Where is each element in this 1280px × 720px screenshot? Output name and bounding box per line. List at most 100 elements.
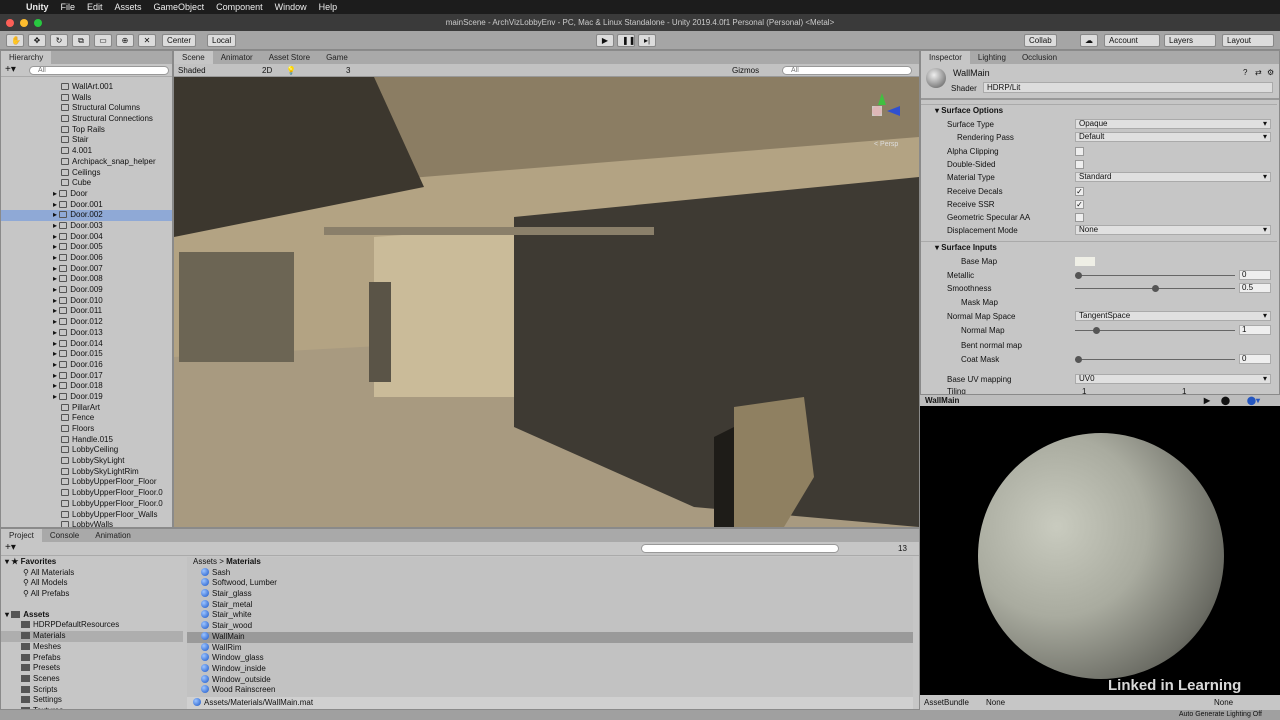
hierarchy-item[interactable]: ▸ Door.015 [1,349,172,360]
collab-button[interactable]: Collab [1024,34,1057,47]
assetbundle-dropdown[interactable]: None [986,695,1146,710]
folder-item[interactable]: Materials [1,631,183,642]
gizmos-dropdown[interactable]: Gizmos [732,64,759,77]
hierarchy-item[interactable]: WallArt.001 [1,82,172,93]
favorite-item[interactable]: ⚲ All Models [1,578,183,589]
hierarchy-item[interactable]: ▸ Door.010 [1,296,172,307]
projection-label[interactable]: < Persp [874,141,898,148]
hierarchy-item[interactable]: Floors [1,424,172,435]
hierarchy-item[interactable]: LobbyUpperFloor_Floor.0 [1,499,172,510]
folder-item[interactable]: Scripts [1,685,183,696]
hierarchy-item[interactable]: ▸ Door.001 [1,200,172,211]
option-checkbox[interactable] [1075,159,1084,169]
hierarchy-item[interactable]: ▸ Door.019 [1,392,172,403]
hierarchy-item[interactable]: Top Rails [1,125,172,136]
material-file[interactable]: Stair_wood [187,621,913,632]
shader-dropdown[interactable]: HDRP/Lit [983,82,1273,93]
hidden-layers-count[interactable]: 3 [346,64,350,77]
scale-tool-icon[interactable]: ⧉ [72,34,90,47]
option-checkbox[interactable] [1075,146,1084,156]
rect-tool-icon[interactable]: ▭ [94,34,112,47]
transform-tool-icon[interactable]: ⊕ [116,34,134,47]
project-search-input[interactable] [641,544,839,553]
assetbundle-variant-dropdown[interactable]: None [1214,695,1233,710]
mask-map-row[interactable]: Mask Map [961,296,1279,309]
normal-scale-field[interactable]: 1 [1239,325,1271,335]
hierarchy-item[interactable]: ▸ Door [1,189,172,200]
mesh-icon[interactable]: ⬤ [1221,395,1230,406]
hierarchy-item[interactable]: ▸ Door.005 [1,242,172,253]
hierarchy-item[interactable]: ▸ Door.007 [1,264,172,275]
material-file[interactable]: Window_outside [187,674,913,686]
pivot-center-button[interactable]: Center [162,34,197,47]
folder-item[interactable]: Scenes [1,674,183,685]
gear-icon[interactable]: ⚙ [1267,68,1274,77]
hierarchy-item[interactable]: Ceilings [1,168,172,179]
folder-item[interactable]: Prefabs [1,653,183,664]
tab-inspector[interactable]: Inspector [921,51,970,64]
normal-scale-slider[interactable] [1075,327,1235,334]
hierarchy-item[interactable]: LobbyWalls [1,520,172,527]
tiling-x-field[interactable]: 1 [1082,385,1086,394]
hierarchy-item[interactable]: Fence [1,413,172,424]
hierarchy-item[interactable]: ▸ Door.006 [1,253,172,264]
hierarchy-item[interactable]: Stair [1,135,172,146]
hierarchy-item[interactable]: ▸ Door.009 [1,285,172,296]
assets-node[interactable]: ▾ Assets [1,610,183,621]
minimize-button[interactable] [20,19,28,27]
hierarchy-item[interactable]: ▸ Door.012 [1,317,172,328]
shading-dropdown[interactable]: Shaded [178,64,254,77]
surface-options-header[interactable]: ▾ Surface Options [921,104,1277,116]
menu-component[interactable]: Component [216,2,263,12]
account-dropdown[interactable]: Account [1104,34,1160,47]
material-file[interactable]: Stair_metal [187,599,913,611]
folder-item[interactable]: Meshes [1,642,183,653]
folder-item[interactable]: Settings [1,695,183,706]
hand-tool-icon[interactable]: ✋ [6,34,24,47]
metallic-slider[interactable] [1075,272,1235,279]
hierarchy-item[interactable]: ▸ Door.011 [1,306,172,317]
material-file[interactable]: Stair_white [187,610,913,621]
material-file[interactable]: WallRim [187,642,913,654]
orientation-gizmo[interactable] [862,85,912,135]
custom-tool-icon[interactable]: ✕ [138,34,156,47]
sphere-icon[interactable]: ⬤▾ [1247,395,1260,406]
folder-item[interactable]: Textures [1,706,183,709]
hierarchy-item[interactable]: ▸ Door.016 [1,360,172,371]
menu-edit[interactable]: Edit [87,2,103,12]
pivot-local-button[interactable]: Local [207,34,237,47]
breadcrumb-materials[interactable]: Materials [226,557,261,566]
menu-file[interactable]: File [61,2,76,12]
option-checkbox[interactable]: ✓ [1075,186,1084,196]
tab-project[interactable]: Project [1,529,42,542]
material-file[interactable]: Window_inside [187,663,913,675]
hierarchy-item[interactable]: LobbySkyLight [1,456,172,467]
create-icon[interactable]: +▾ [5,542,16,553]
option-checkbox[interactable]: ✓ [1075,199,1084,209]
favorite-item[interactable]: ⚲ All Materials [1,568,183,579]
hierarchy-item[interactable]: ▸ Door.018 [1,381,172,392]
tab-animator[interactable]: Animator [213,51,261,64]
hierarchy-item[interactable]: ▸ Door.008 [1,274,172,285]
tab-game[interactable]: Game [318,51,356,64]
option-checkbox[interactable] [1075,213,1084,223]
tab-animation[interactable]: Animation [87,529,139,542]
surface-inputs-header[interactable]: ▾ Surface Inputs [921,241,1277,253]
tab-scene[interactable]: Scene [174,51,213,64]
step-button[interactable]: ▸| [638,34,656,47]
hierarchy-item[interactable]: ▸ Door.003 [1,221,172,232]
maximize-button[interactable] [34,19,42,27]
2d-toggle[interactable]: 2D [262,64,272,77]
favorites-node[interactable]: ▾ ★ Favorites [1,557,183,568]
layout-dropdown[interactable]: Layout [1222,34,1274,47]
tab-asset-store[interactable]: Asset Store [261,51,318,64]
hierarchy-item[interactable]: ▸ Door.002 [1,210,172,221]
material-file[interactable]: Wood Rainscreen [187,685,913,695]
scene-search-input[interactable] [782,66,912,75]
tab-lighting[interactable]: Lighting [970,51,1014,64]
material-file[interactable]: WallMain [187,631,913,643]
rotate-tool-icon[interactable]: ↻ [50,34,68,47]
move-tool-icon[interactable]: ✥ [28,34,46,47]
favorite-item[interactable]: ⚲ All Prefabs [1,589,183,600]
metallic-field[interactable]: 0 [1239,270,1271,280]
